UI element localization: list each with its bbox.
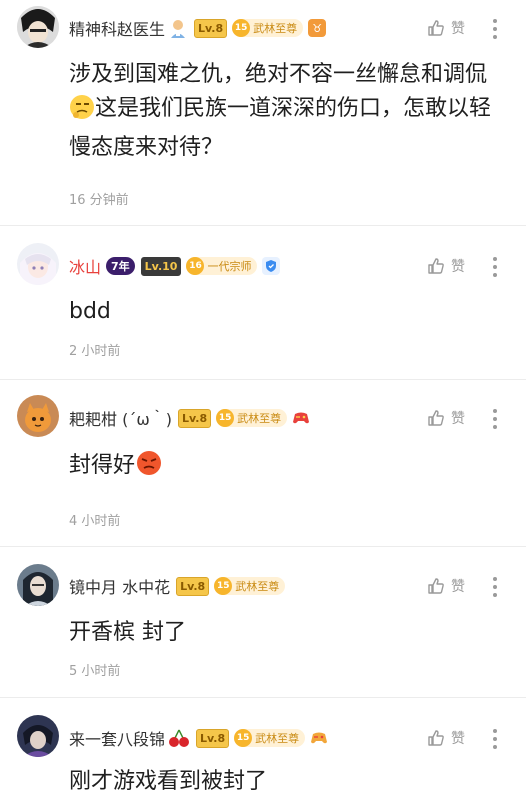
- avatar[interactable]: [17, 395, 59, 437]
- angry-emoji-icon: [135, 449, 163, 488]
- thumbs-up-icon: [428, 20, 444, 36]
- level-badge: Lv.10: [140, 256, 182, 276]
- comment-text-part2: 这是我们民族一道深深的伤口，怎敢以轻慢态度来对待？: [69, 96, 492, 160]
- avatar-image: [17, 564, 59, 606]
- fan-badge-number: 15: [214, 577, 233, 595]
- avatar-image: [17, 6, 59, 48]
- doctor-emoji-icon: [168, 18, 188, 38]
- avatar[interactable]: [17, 715, 59, 757]
- comment-text-part1: 涉及到国难之仇，绝对不容一丝懈怠和调侃: [69, 62, 488, 87]
- taurus-badge-icon: ♉: [308, 19, 327, 37]
- like-button[interactable]: 赞: [427, 18, 465, 38]
- user-info-row: 来一套八段锦 Lv.8 15 武林至尊: [69, 726, 328, 750]
- more-options-button[interactable]: [492, 257, 498, 281]
- comment-text: 封得好: [69, 449, 509, 488]
- more-options-button[interactable]: [492, 729, 498, 753]
- comment-text: 开香槟 封了: [69, 620, 186, 645]
- username[interactable]: 精神科赵医生: [69, 16, 165, 40]
- thumbs-up-icon: [428, 730, 444, 746]
- timestamp: 5 小时前: [69, 664, 121, 679]
- comment-item: 冰山 7年 Lv.10 16 一代宗师 赞 bdd 2 小时前: [0, 226, 526, 379]
- gamepad-icon: [292, 409, 310, 427]
- level-badge: Lv.8: [194, 18, 228, 38]
- like-button[interactable]: 赞: [427, 576, 465, 596]
- years-badge: 7年: [106, 257, 135, 275]
- fan-badge-number: 15: [234, 729, 253, 747]
- avatar[interactable]: [17, 564, 59, 606]
- comment-item: 精神科赵医生 Lv.8 15 武林至尊 ♉ 赞 涉及到国难之仇，绝对不容一丝懈怠…: [0, 0, 526, 225]
- user-info-row: 耙耙柑 (´ω｀) Lv.8 15 武林至尊: [69, 406, 310, 430]
- thumbs-up-icon: [428, 578, 444, 594]
- comment-item: 镜中月 水中花 Lv.8 15 武林至尊 赞 开香槟 封了 5 小时前: [0, 547, 526, 697]
- user-info-row: 精神科赵医生 Lv.8 15 武林至尊 ♉: [69, 16, 327, 40]
- username[interactable]: 镜中月 水中花: [69, 574, 170, 598]
- comment-text-body: 封得好: [69, 453, 136, 478]
- fan-badge-number: 15: [232, 19, 251, 37]
- username[interactable]: 来一套八段锦: [69, 726, 165, 750]
- like-button[interactable]: 赞: [427, 256, 465, 276]
- fan-badge: 15 武林至尊: [214, 577, 286, 595]
- comment-item: 耙耙柑 (´ω｀) Lv.8 15 武林至尊 赞 封得好 4 小时前: [0, 380, 526, 546]
- fan-badge-title: 武林至尊: [235, 580, 280, 593]
- like-label: 赞: [451, 259, 465, 275]
- username[interactable]: 耙耙柑 (´ω｀): [69, 406, 172, 430]
- like-button[interactable]: 赞: [427, 408, 465, 428]
- user-info-row: 镜中月 水中花 Lv.8 15 武林至尊: [69, 574, 286, 598]
- like-label: 赞: [451, 411, 465, 427]
- more-options-button[interactable]: [492, 409, 498, 433]
- avatar[interactable]: [17, 6, 59, 48]
- user-info-row: 冰山 7年 Lv.10 16 一代宗师: [69, 254, 281, 278]
- comment-text: 刚才游戏看到被封了: [69, 769, 268, 794]
- fan-badge-title: 武林至尊: [253, 22, 298, 35]
- avatar-image: [17, 715, 59, 757]
- gamepad-icon: [310, 729, 328, 747]
- thinking-emoji-icon: [69, 94, 95, 131]
- thumbs-up-icon: [428, 258, 444, 274]
- level-badge: Lv.8: [196, 728, 230, 748]
- more-options-button[interactable]: [492, 19, 498, 43]
- timestamp: 2 小时前: [69, 344, 121, 359]
- fan-badge-title: 武林至尊: [255, 732, 300, 745]
- fan-badge: 15 武林至尊: [216, 409, 288, 427]
- like-button[interactable]: 赞: [427, 728, 465, 748]
- fan-badge: 15 武林至尊: [234, 729, 306, 747]
- fan-badge-number: 16: [186, 257, 205, 275]
- fan-badge: 15 武林至尊: [232, 19, 304, 37]
- avatar[interactable]: [17, 243, 59, 285]
- comment-text: bdd: [69, 299, 111, 324]
- shield-badge-icon: [262, 257, 281, 275]
- comment-text: 涉及到国难之仇，绝对不容一丝懈怠和调侃这是我们民族一道深深的伤口，怎敢以轻慢态度…: [69, 58, 509, 165]
- comment-item: 来一套八段锦 Lv.8 15 武林至尊 赞 刚才游戏看到被封了: [0, 698, 526, 800]
- username[interactable]: 冰山: [69, 254, 101, 278]
- fan-badge-number: 15: [216, 409, 235, 427]
- like-label: 赞: [451, 21, 465, 37]
- timestamp: 4 小时前: [69, 514, 121, 529]
- level-badge: Lv.8: [177, 408, 212, 428]
- timestamp: 16 分钟前: [69, 193, 129, 208]
- avatar-image: [17, 243, 59, 285]
- like-label: 赞: [451, 731, 465, 747]
- thumbs-up-icon: [428, 410, 444, 426]
- cherry-emoji-icon: [168, 728, 190, 748]
- fan-badge: 16 一代宗师: [186, 257, 258, 275]
- more-options-button[interactable]: [492, 577, 498, 601]
- fan-badge-title: 武林至尊: [237, 412, 282, 425]
- level-badge: Lv.8: [176, 576, 210, 596]
- fan-badge-title: 一代宗师: [207, 260, 252, 273]
- avatar-image: [17, 395, 59, 437]
- like-label: 赞: [451, 579, 465, 595]
